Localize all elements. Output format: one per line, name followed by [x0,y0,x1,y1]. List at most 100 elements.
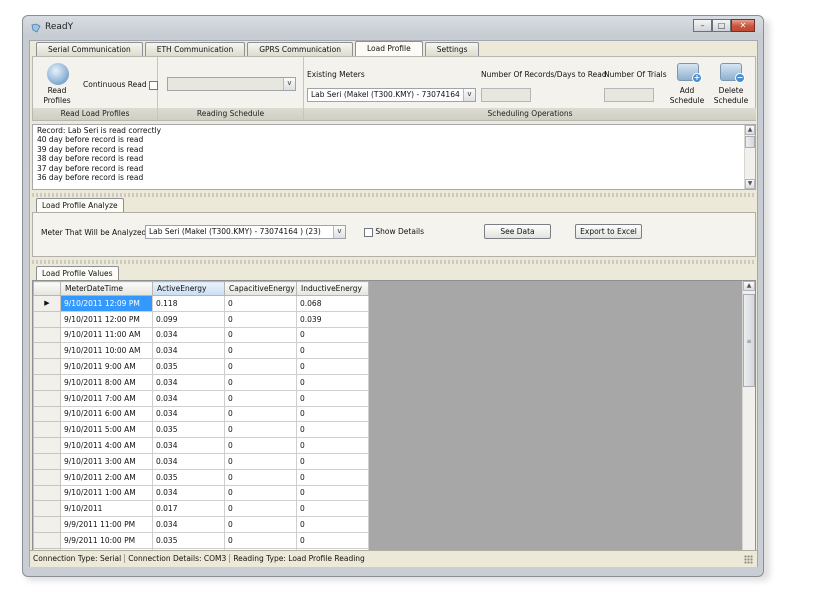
table-row[interactable]: 9/10/2011 4:00 AM 0.034 0 0 [33,437,369,454]
table-cell[interactable]: 0 [296,389,369,407]
table-cell[interactable]: 0 [224,468,297,486]
scroll-thumb[interactable]: ≡ [743,294,755,387]
table-cell[interactable]: 0 [296,358,369,375]
table-cell[interactable]: 0 [224,373,297,391]
table-cell[interactable]: 9/10/2011 11:00 AM [60,326,153,344]
table-cell[interactable]: 0 [224,295,297,312]
table-cell[interactable]: 0.035 [152,358,225,375]
table-cell[interactable]: 0 [296,468,369,486]
see-data-button[interactable]: See Data [484,224,551,239]
continuous-read-toggle[interactable]: Continuous Read [83,80,158,90]
table-cell[interactable]: 0.034 [152,389,225,407]
minimize-button[interactable]: – [693,19,712,32]
row-header[interactable] [33,468,61,486]
table-row[interactable]: 9/10/2011 2:00 AM 0.035 0 0 [33,468,369,486]
table-cell[interactable]: 0 [296,421,369,439]
table-cell[interactable]: 0.099 [152,310,225,328]
column-header-capacitiveenergy[interactable]: CapacitiveEnergy [224,281,297,296]
resize-grip-icon[interactable] [744,555,753,564]
table-cell[interactable]: 9/10/2011 12:09 PM [60,295,153,312]
splitter[interactable] [32,260,756,264]
row-header[interactable] [33,358,61,375]
table-cell[interactable]: 0 [224,516,297,533]
table-cell[interactable]: 0 [224,437,297,454]
table-row[interactable]: 9/10/2011 1:00 AM 0.034 0 0 [33,484,369,502]
table-cell[interactable]: 9/10/2011 2:00 AM [60,468,153,486]
row-header[interactable] [33,484,61,502]
tab-eth-communication[interactable]: ETH Communication [144,42,246,56]
row-header[interactable] [33,373,61,391]
table-cell[interactable]: 0.035 [152,468,225,486]
table-row[interactable]: 9/10/2011 10:00 AM 0.034 0 0 [33,342,369,360]
table-cell[interactable]: 0.039 [296,310,369,328]
row-header[interactable] [33,310,61,328]
table-cell[interactable]: 9/10/2011 6:00 AM [60,405,153,423]
column-header-activeenergy[interactable]: ActiveEnergy [152,281,225,296]
read-profiles-button[interactable]: Read Profiles [35,59,79,107]
scroll-up-icon[interactable]: ▲ [743,281,755,291]
table-cell[interactable]: 9/10/2011 [60,500,153,518]
tab-settings[interactable]: Settings [424,42,480,56]
table-cell[interactable]: 9/10/2011 3:00 AM [60,452,153,470]
existing-meters-select[interactable]: Lab Seri (Makel (T300.KMY) - 73074164 ) … [307,88,476,102]
reading-schedule-select[interactable]: v [167,77,296,91]
show-details-checkbox[interactable] [364,227,373,237]
maximize-button[interactable]: □ [712,19,731,32]
table-cell[interactable]: 9/10/2011 1:00 AM [60,484,153,502]
table-cell[interactable]: 9/9/2011 10:00 PM [60,531,153,549]
load-profile-grid[interactable]: MeterDateTime ActiveEnergy CapacitiveEne… [32,280,756,562]
row-header[interactable] [33,437,61,454]
tab-serial-communication[interactable]: Serial Communication [36,42,143,56]
table-cell[interactable]: 0.034 [152,373,225,391]
scroll-up-icon[interactable]: ▲ [745,125,755,135]
table-cell[interactable]: 0 [224,389,297,407]
table-row[interactable]: 9/10/2011 8:00 AM 0.034 0 0 [33,373,369,391]
table-row[interactable]: ▶ 9/10/2011 12:09 PM 0.118 0 0.068 [33,295,369,312]
table-row[interactable]: 9/10/2011 6:00 AM 0.034 0 0 [33,405,369,423]
title-bar[interactable]: ReadY – □ ✕ [23,16,763,40]
table-cell[interactable]: 0.035 [152,421,225,439]
close-button[interactable]: ✕ [731,19,755,32]
table-cell[interactable]: 0 [224,484,297,502]
log-scrollbar[interactable]: ▲ ▼ [744,125,755,189]
table-row[interactable]: 9/10/2011 11:00 AM 0.034 0 0 [33,326,369,344]
table-cell[interactable]: 0 [224,421,297,439]
table-cell[interactable]: 9/9/2011 11:00 PM [60,516,153,533]
grid-scrollbar[interactable]: ▲ ≡ ▼ [742,281,755,561]
table-cell[interactable]: 0 [224,405,297,423]
table-cell[interactable]: 0 [224,500,297,518]
table-cell[interactable]: 0 [296,452,369,470]
table-cell[interactable]: 0.034 [152,326,225,344]
table-cell[interactable]: 9/10/2011 9:00 AM [60,358,153,375]
tab-gprs-communication[interactable]: GPRS Communication [247,42,354,56]
scroll-thumb[interactable] [745,136,755,148]
table-cell[interactable]: 0 [224,531,297,549]
table-cell[interactable]: 0 [296,373,369,391]
table-row[interactable]: 9/10/2011 12:00 PM 0.099 0 0.039 [33,310,369,328]
table-cell[interactable]: 0.034 [152,516,225,533]
splitter[interactable] [32,193,756,197]
table-row[interactable]: 9/10/2011 0.017 0 0 [33,500,369,518]
table-row[interactable]: 9/9/2011 11:00 PM 0.034 0 0 [33,516,369,533]
meter-analyze-select[interactable]: Lab Seri (Makel (T300.KMY) - 73074164 ) … [145,225,346,239]
table-cell[interactable]: 0 [296,326,369,344]
table-cell[interactable]: 0.034 [152,405,225,423]
row-header[interactable] [33,516,61,533]
row-header[interactable]: ▶ [33,295,61,312]
table-cell[interactable]: 0 [224,310,297,328]
table-cell[interactable]: 0.118 [152,295,225,312]
table-row[interactable]: 9/9/2011 10:00 PM 0.035 0 0 [33,531,369,549]
table-cell[interactable]: 9/10/2011 10:00 AM [60,342,153,360]
row-header[interactable] [33,531,61,549]
delete-schedule-button[interactable]: − Delete Schedule [710,59,752,107]
table-cell[interactable]: 0.034 [152,452,225,470]
table-cell[interactable]: 0 [296,484,369,502]
tab-load-profile-values[interactable]: Load Profile Values [36,266,119,280]
table-row[interactable]: 9/10/2011 5:00 AM 0.035 0 0 [33,421,369,439]
row-header[interactable] [33,500,61,518]
table-cell[interactable]: 0.068 [296,295,369,312]
table-row[interactable]: 9/10/2011 7:00 AM 0.034 0 0 [33,389,369,407]
table-cell[interactable]: 9/10/2011 5:00 AM [60,421,153,439]
row-header[interactable] [33,405,61,423]
table-cell[interactable]: 0.034 [152,342,225,360]
